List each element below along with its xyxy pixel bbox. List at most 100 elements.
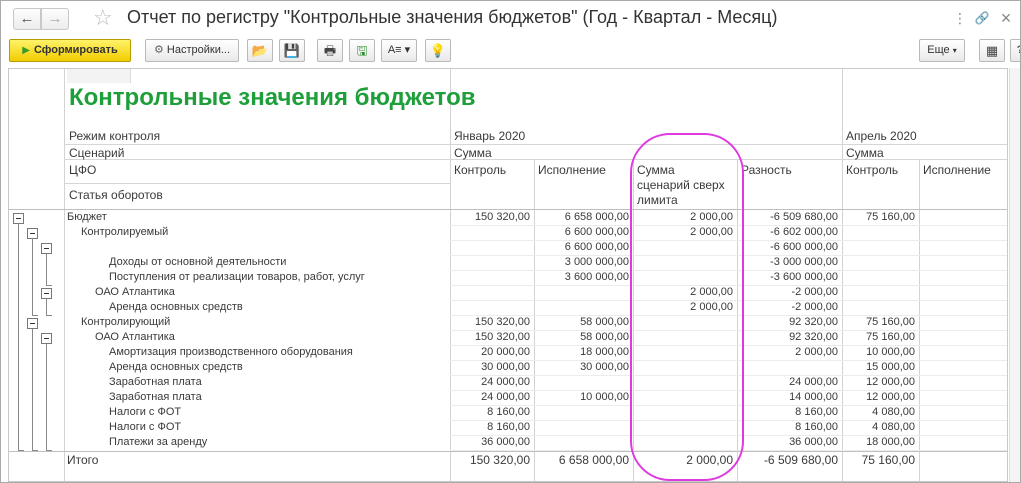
cell-exec[interactable]: 6 600 000,00 — [534, 226, 633, 238]
forward-button[interactable]: → — [41, 8, 69, 30]
row-label: Доходы от основной деятельности — [109, 256, 287, 268]
collapse-group-toggle[interactable] — [27, 228, 38, 239]
cell-diff[interactable]: 8 160,00 — [737, 421, 842, 433]
total-control-apr: 75 160,00 — [861, 453, 915, 467]
grid-line — [64, 144, 1007, 145]
cell-control2[interactable]: 12 000,00 — [842, 376, 919, 388]
cell-diff[interactable]: 14 000,00 — [737, 391, 842, 403]
cell-exec[interactable]: 58 000,00 — [534, 316, 633, 328]
tree-line — [46, 315, 52, 316]
report-spreadsheet[interactable]: Контрольные значения бюджетов Режим конт… — [8, 68, 1008, 482]
collapse-group-toggle[interactable] — [13, 213, 24, 224]
report-title: Контрольные значения бюджетов — [69, 84, 476, 111]
panel-layout-button[interactable]: ▦ — [979, 39, 1005, 62]
cell-exec[interactable]: 10 000,00 — [534, 391, 633, 403]
row-label: Налоги с ФОТ — [109, 406, 182, 418]
hints-button[interactable]: 💡 — [425, 39, 451, 62]
chevron-down-icon: ▾ — [952, 46, 957, 55]
cell-control2[interactable]: 4 080,00 — [842, 421, 919, 433]
print-button[interactable]: 🖶 — [317, 39, 343, 62]
article-label: Статья оборотов — [69, 188, 163, 202]
cell-exec[interactable]: 6 658 000,00 — [534, 211, 633, 223]
cell-diff[interactable]: -2 000,00 — [737, 286, 842, 298]
cell-control[interactable]: 36 000,00 — [450, 436, 534, 448]
tree-line — [32, 239, 33, 316]
settings-icon: ⚙ — [153, 44, 164, 56]
variant-save-button[interactable]: 💾 — [279, 39, 305, 62]
settings-button[interactable]: ⚙ Настройки... — [145, 39, 239, 62]
vertical-scrollbar[interactable] — [1009, 68, 1020, 482]
cell-control2[interactable]: 12 000,00 — [842, 391, 919, 403]
cell-diff[interactable]: 2 000,00 — [737, 346, 842, 358]
cell-control2[interactable]: 75 160,00 — [842, 211, 919, 223]
cell-control2[interactable]: 75 160,00 — [842, 331, 919, 343]
cell-control2[interactable]: 75 160,00 — [842, 316, 919, 328]
generate-label: Сформировать — [33, 44, 118, 56]
cell-diff[interactable]: 8 160,00 — [737, 406, 842, 418]
cell-control[interactable]: 24 000,00 — [450, 376, 534, 388]
period-header: Апрель 2020 — [846, 129, 917, 143]
cell-exec[interactable]: 6 600 000,00 — [534, 241, 633, 253]
cell-diff[interactable]: -3 000 000,00 — [737, 256, 842, 268]
grid-line — [64, 69, 65, 481]
cell-control[interactable]: 24 000,00 — [450, 391, 534, 403]
cell-control2[interactable]: 15 000,00 — [842, 361, 919, 373]
collapse-group-toggle[interactable] — [41, 333, 52, 344]
cell-exec[interactable]: 3 600 000,00 — [534, 271, 633, 283]
cell-exec[interactable]: 30 000,00 — [534, 361, 633, 373]
save-file-button[interactable]: 🖫 — [349, 39, 375, 62]
more-actions-icon[interactable]: ⋮ — [951, 10, 969, 26]
save-file-icon: 🖫 — [356, 43, 368, 58]
cell-diff[interactable]: -2 000,00 — [737, 301, 842, 313]
collapse-group-toggle[interactable] — [41, 243, 52, 254]
cell-diff[interactable]: 92 320,00 — [737, 316, 842, 328]
cell-diff[interactable]: -6 509 680,00 — [737, 211, 842, 223]
report-corner-cell — [67, 69, 131, 83]
cell-control[interactable]: 150 320,00 — [450, 316, 534, 328]
tree-line — [46, 344, 47, 451]
favorite-star-icon[interactable]: ☆ — [93, 5, 113, 31]
row-label: Контролирующий — [81, 316, 171, 328]
row-label: Бюджет — [67, 211, 107, 223]
cell-control[interactable]: 8 160,00 — [450, 406, 534, 418]
cell-control[interactable]: 150 320,00 — [450, 331, 534, 343]
more-button[interactable]: Еще ▾ — [919, 39, 965, 62]
variant-load-button[interactable]: 📂 — [247, 39, 273, 62]
row-label: Заработная плата — [109, 376, 202, 388]
cell-diff[interactable]: 92 320,00 — [737, 331, 842, 343]
cell-diff[interactable]: -6 602 000,00 — [737, 226, 842, 238]
cell-control[interactable]: 20 000,00 — [450, 346, 534, 358]
total-exec: 6 658 000,00 — [558, 453, 629, 467]
cell-diff[interactable]: -3 600 000,00 — [737, 271, 842, 283]
cfo-label: ЦФО — [69, 163, 97, 177]
cell-control2[interactable]: 18 000,00 — [842, 436, 919, 448]
tree-line — [32, 315, 38, 316]
cell-control[interactable]: 8 160,00 — [450, 421, 534, 433]
total-diff: -6 509 680,00 — [763, 453, 838, 467]
cell-exec[interactable]: 3 000 000,00 — [534, 256, 633, 268]
text-format-button[interactable]: A≡ ▾ — [381, 39, 417, 62]
generate-button[interactable]: ▶ Сформировать — [9, 39, 131, 62]
cell-diff[interactable]: 36 000,00 — [737, 436, 842, 448]
close-icon[interactable]: × — [997, 9, 1015, 27]
cell-control[interactable]: 30 000,00 — [450, 361, 534, 373]
collapse-group-toggle[interactable] — [27, 318, 38, 329]
arrow-right-icon: → — [47, 10, 63, 27]
row-label: ОАО Атлантика — [95, 286, 175, 298]
cell-exec[interactable]: 58 000,00 — [534, 331, 633, 343]
collapse-group-toggle[interactable] — [41, 288, 52, 299]
link-icon[interactable]: 🔗 — [973, 10, 991, 26]
light-bulb-icon: 💡 — [429, 43, 447, 58]
back-button[interactable]: ← — [13, 8, 41, 30]
cell-exec[interactable]: 18 000,00 — [534, 346, 633, 358]
more-label: Еще — [927, 44, 950, 56]
cell-control2[interactable]: 4 080,00 — [842, 406, 919, 418]
cell-diff[interactable]: -6 600 000,00 — [737, 241, 842, 253]
window-title: Отчет по регистру "Контрольные значения … — [127, 7, 778, 27]
cell-control[interactable]: 150 320,00 — [450, 211, 534, 223]
grid-line — [9, 451, 1007, 452]
tree-line — [46, 285, 52, 286]
help-button[interactable]: ? — [1010, 39, 1020, 62]
cell-diff[interactable]: 24 000,00 — [737, 376, 842, 388]
cell-control2[interactable]: 10 000,00 — [842, 346, 919, 358]
